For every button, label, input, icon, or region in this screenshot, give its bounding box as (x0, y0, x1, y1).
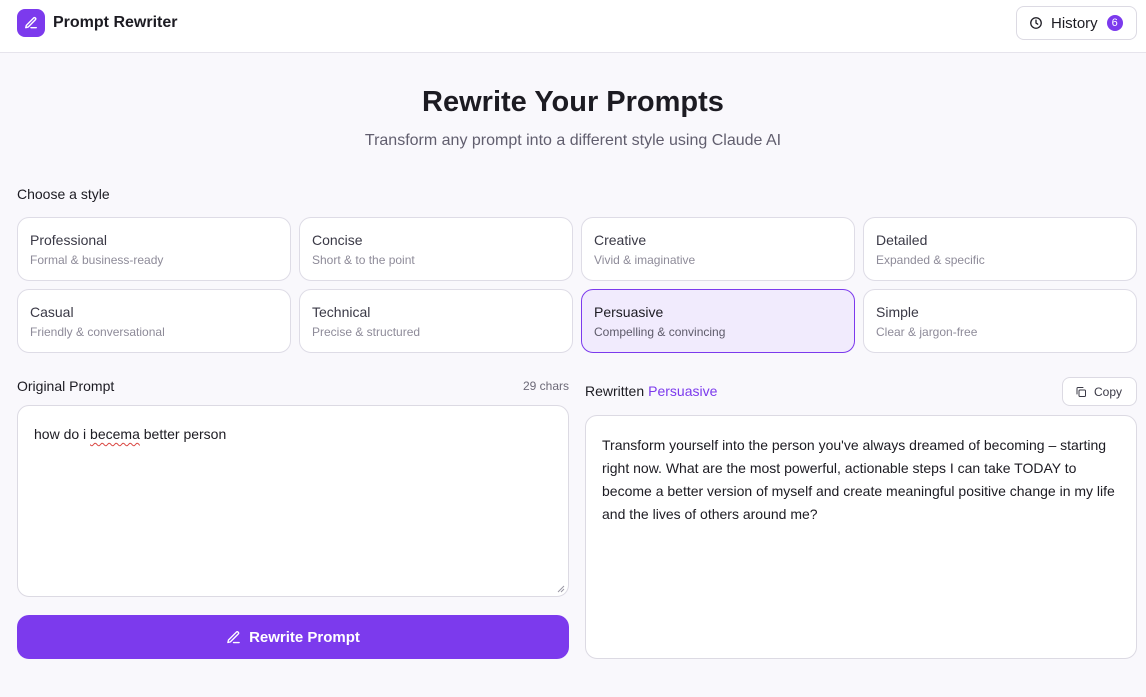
rewritten-text: Transform yourself into the person you'v… (602, 437, 1115, 522)
style-description: Short & to the point (312, 253, 415, 267)
rewritten-style-name: Persuasive (648, 383, 718, 399)
style-name: Concise (312, 232, 363, 248)
pencil-icon (227, 630, 240, 643)
style-description: Clear & jargon-free (876, 325, 978, 339)
style-name: Casual (30, 304, 74, 320)
style-name: Persuasive (594, 304, 664, 320)
app-logo (17, 9, 45, 37)
copy-icon (1076, 386, 1086, 397)
pencil-icon (25, 17, 37, 29)
style-name: Professional (30, 232, 108, 248)
rewritten-label-text: Rewritten (585, 383, 645, 399)
copy-button[interactable]: Copy (1062, 377, 1137, 406)
style-description: Precise & structured (312, 325, 421, 339)
history-label: History (1051, 14, 1098, 32)
misspelled-word: becema (90, 426, 140, 442)
style-card-technical[interactable]: Technical Precise & structured (299, 289, 573, 353)
copy-label: Copy (1094, 384, 1123, 399)
style-card-professional[interactable]: Professional Formal & business-ready (17, 217, 291, 281)
style-card-casual[interactable]: Casual Friendly & conversational (17, 289, 291, 353)
top-bar: Prompt Rewriter History 6 (0, 0, 1146, 53)
style-description: Vivid & imaginative (594, 253, 696, 267)
style-section-label: Choose a style (17, 186, 110, 202)
rewrite-button-label: Rewrite Prompt (249, 628, 360, 646)
app-title: Prompt Rewriter (53, 14, 178, 31)
prompt-text: how do i (34, 426, 91, 442)
style-description: Compelling & convincing (594, 325, 726, 339)
rewritten-label: Rewritten Persuasive (585, 383, 717, 399)
page-subtitle: Transform any prompt into a different st… (364, 132, 782, 149)
prompt-text: better person (139, 426, 227, 442)
rewritten-output: Transform yourself into the person you'v… (585, 415, 1137, 659)
history-count-badge: 6 (1106, 15, 1123, 31)
style-description: Friendly & conversational (30, 325, 165, 339)
style-card-concise[interactable]: Concise Short & to the point (299, 217, 573, 281)
style-name: Technical (312, 304, 371, 320)
history-button[interactable]: History 6 (1016, 6, 1137, 40)
style-description: Expanded & specific (876, 253, 985, 267)
char-count: 29 chars (522, 379, 569, 393)
original-prompt-label: Original Prompt (17, 378, 115, 394)
style-description: Formal & business-ready (30, 253, 164, 267)
style-card-persuasive[interactable]: Persuasive Compelling & convincing (581, 289, 855, 353)
resize-handle-icon[interactable] (557, 585, 565, 593)
clock-icon (1030, 17, 1042, 29)
style-name: Detailed (876, 232, 928, 248)
original-prompt-textarea[interactable]: how do i becema better person (17, 405, 569, 597)
rewrite-prompt-button[interactable]: Rewrite Prompt (17, 615, 569, 659)
style-name: Creative (594, 232, 647, 248)
style-name: Simple (876, 304, 919, 320)
style-card-creative[interactable]: Creative Vivid & imaginative (581, 217, 855, 281)
style-card-simple[interactable]: Simple Clear & jargon-free (863, 289, 1137, 353)
style-card-detailed[interactable]: Detailed Expanded & specific (863, 217, 1137, 281)
page-title: Rewrite Your Prompts (422, 86, 724, 118)
